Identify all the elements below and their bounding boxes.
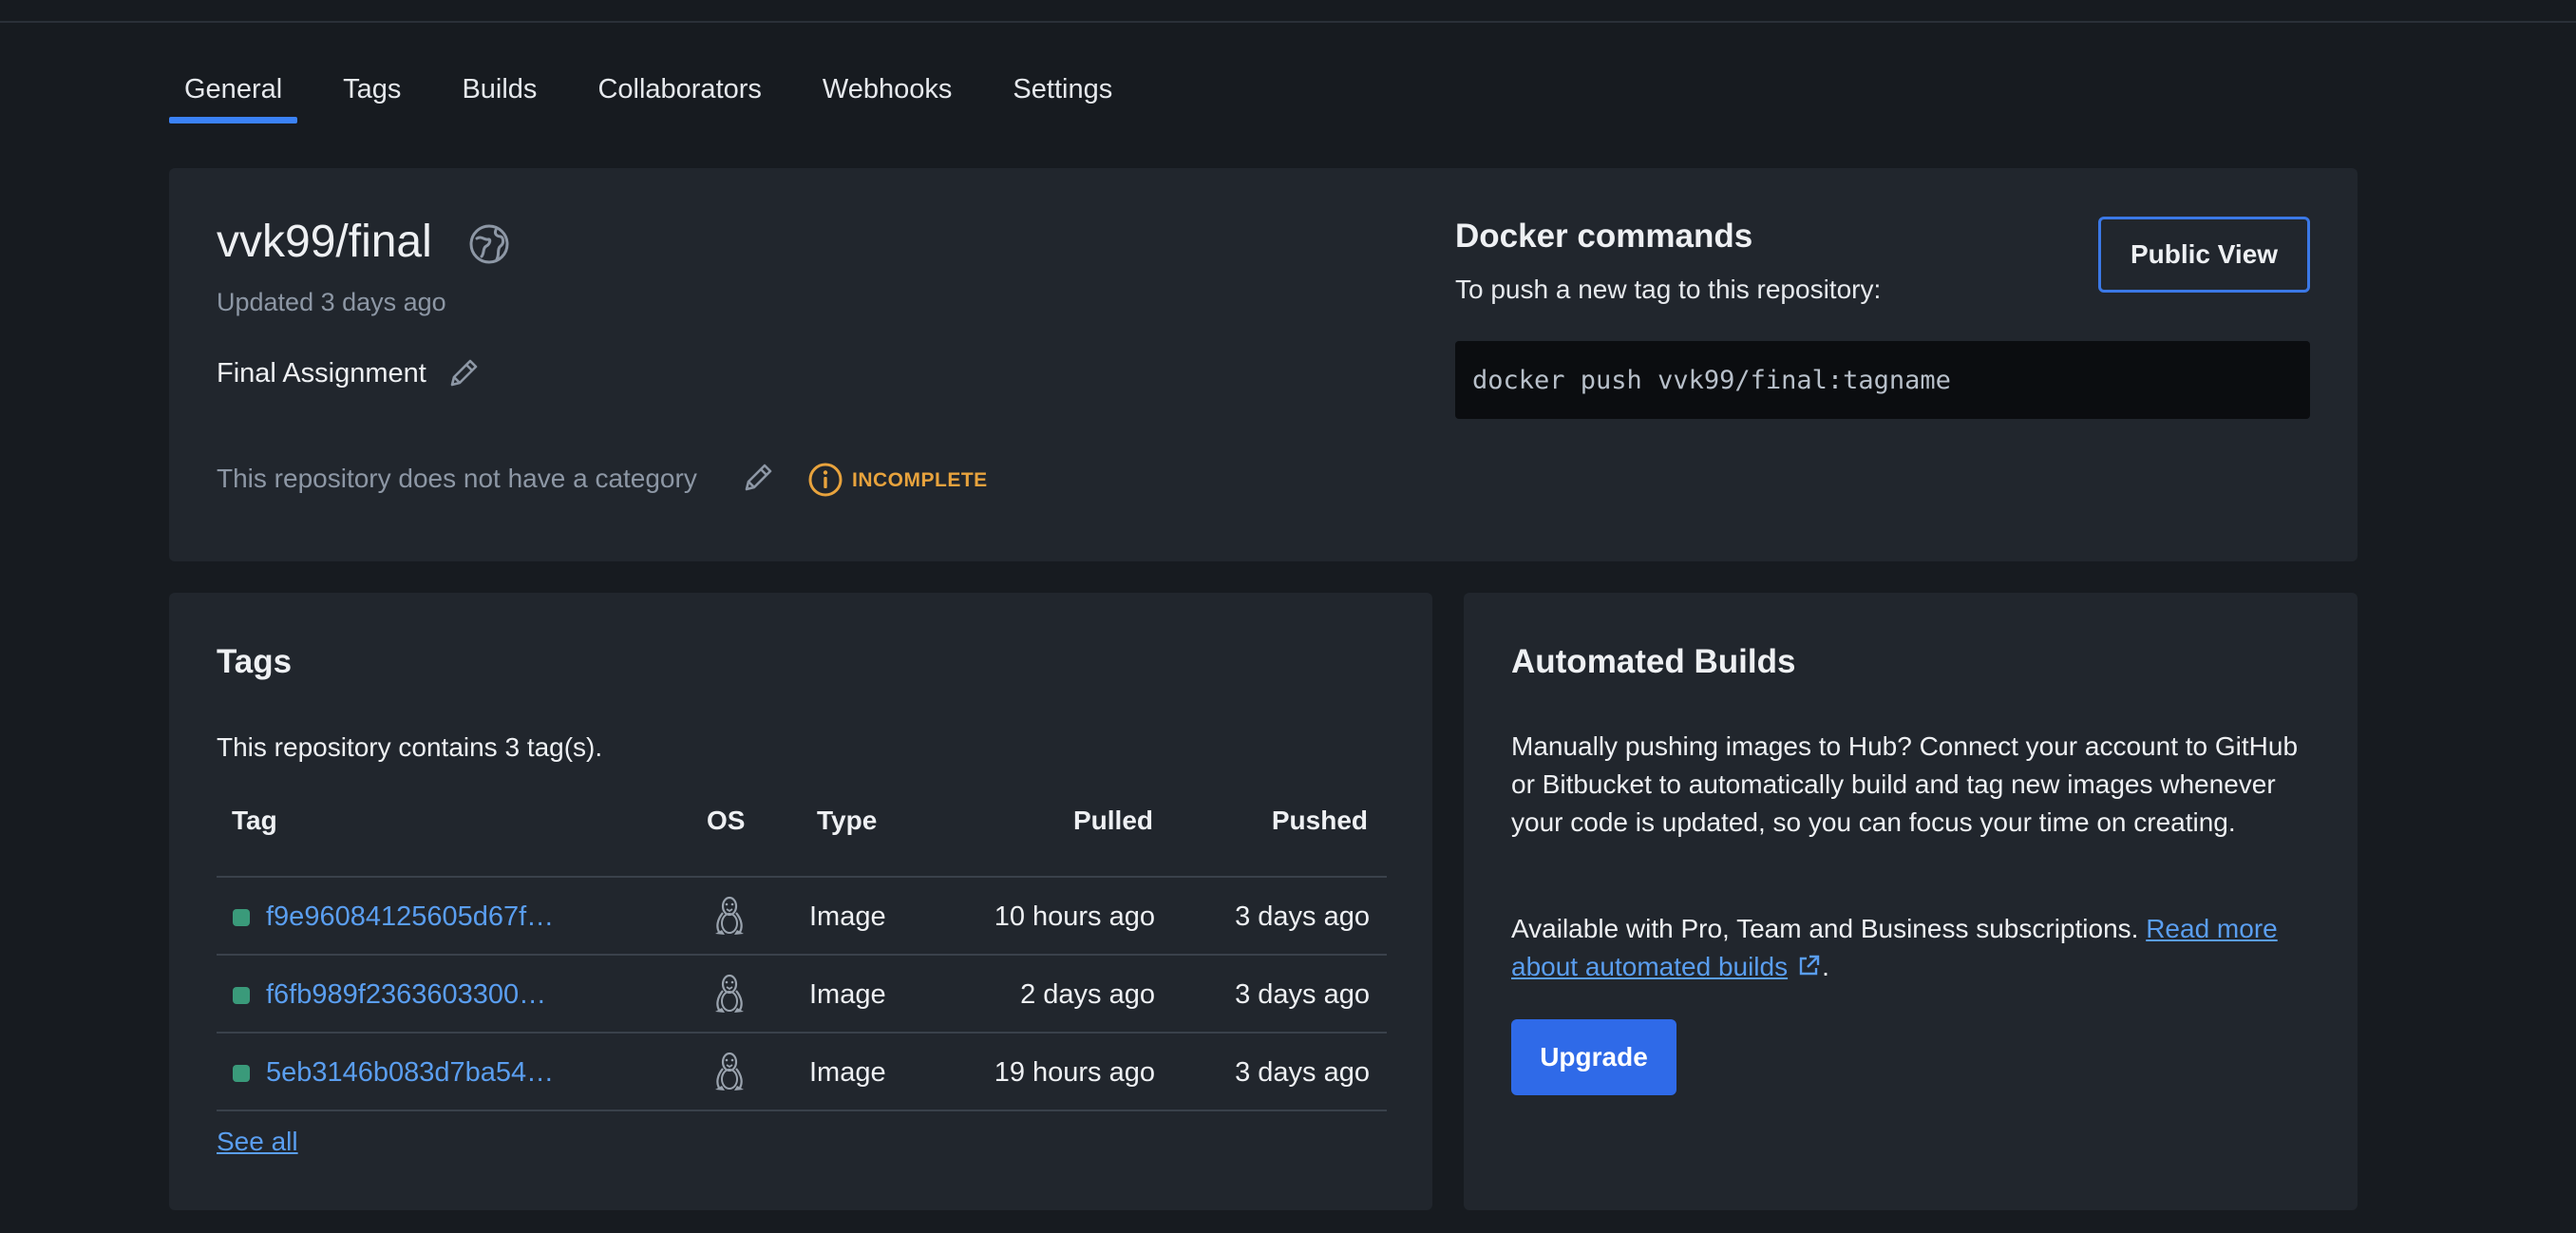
table-row: 5eb3146b083d7ba54… Image 19 hours ago 3 … (217, 1034, 1387, 1111)
repository-title: vvk99/final (217, 217, 432, 267)
column-header-os: OS (707, 806, 746, 835)
tags-heading: Tags (217, 643, 293, 680)
tab-tags[interactable]: Tags (328, 57, 416, 123)
public-view-button[interactable]: Public View (2098, 217, 2310, 293)
availability-text: Available with Pro, Team and Business su… (1511, 914, 2147, 943)
tab-collaborators[interactable]: Collaborators (582, 57, 776, 123)
status-badge: INCOMPLETE (852, 469, 988, 491)
repository-description: Final Assignment (217, 358, 426, 389)
tag-link[interactable]: f6fb989f2363603300… (266, 956, 546, 1034)
tag-status-dot (233, 987, 250, 1004)
automated-builds-card: Automated Builds Manually pushing images… (1464, 593, 2358, 1210)
tags-card: Tags This repository contains 3 tag(s). … (169, 593, 1432, 1210)
tab-general[interactable]: General (169, 57, 298, 123)
availability-suffix: . (1822, 952, 1829, 981)
linux-tux-icon (715, 974, 744, 1013)
tag-status-dot (233, 1065, 250, 1082)
repository-info-card: vvk99/final Updated 3 days ago Final Ass… (169, 168, 2358, 561)
tab-settings[interactable]: Settings (997, 57, 1127, 123)
docker-commands-heading: Docker commands (1455, 218, 1753, 255)
column-header-pulled: Pulled (1072, 806, 1153, 835)
tags-table-header (217, 802, 1387, 878)
tag-link[interactable]: 5eb3146b083d7ba54… (266, 1034, 554, 1111)
automated-builds-description: Manually pushing images to Hub? Connect … (1511, 731, 2299, 837)
info-warning-icon (808, 463, 843, 497)
globe-icon (469, 224, 509, 264)
table-row: f6fb989f2363603300… Image 2 days ago 3 d… (217, 956, 1387, 1034)
edit-category-pencil-icon[interactable] (739, 459, 777, 497)
header-divider (0, 21, 2576, 23)
column-header-pushed: Pushed (1271, 806, 1368, 835)
edit-description-pencil-icon[interactable] (445, 354, 483, 392)
tag-pulled: 10 hours ago (994, 901, 1155, 932)
tab-builds[interactable]: Builds (446, 57, 552, 123)
tag-pushed: 3 days ago (1235, 1057, 1370, 1088)
docker-push-command[interactable]: docker push vvk99/final:tagname (1455, 341, 2310, 419)
tags-count-text: This repository contains 3 tag(s). (217, 732, 603, 762)
updated-timestamp: Updated 3 days ago (217, 288, 446, 316)
tag-link[interactable]: f9e96084125605d67f… (266, 878, 554, 956)
tag-type: Image (809, 901, 886, 932)
external-link-icon[interactable] (1795, 953, 1822, 979)
linux-tux-icon (715, 1052, 744, 1091)
tag-status-dot (233, 909, 250, 926)
column-header-tag: Tag (232, 806, 277, 835)
docker-commands-subtitle: To push a new tag to this repository: (1455, 275, 1882, 304)
upgrade-button[interactable]: Upgrade (1511, 1019, 1676, 1095)
column-header-type: Type (817, 806, 878, 835)
tag-pulled: 2 days ago (1020, 979, 1155, 1010)
see-all-tags-link[interactable]: See all (217, 1127, 298, 1157)
tag-pulled: 19 hours ago (994, 1057, 1155, 1088)
tag-type: Image (809, 979, 886, 1010)
automated-builds-heading: Automated Builds (1511, 643, 1796, 680)
repo-tabs: General Tags Builds Collaborators Webhoo… (169, 57, 1158, 123)
table-row: f9e96084125605d67f… Image 10 hours ago 3… (217, 878, 1387, 956)
repository-category: This repository does not have a category (217, 464, 697, 493)
tag-type: Image (809, 1057, 886, 1088)
tag-pushed: 3 days ago (1235, 979, 1370, 1010)
tag-pushed: 3 days ago (1235, 901, 1370, 932)
tab-webhooks[interactable]: Webhooks (807, 57, 968, 123)
linux-tux-icon (715, 896, 744, 935)
automated-builds-availability: Available with Pro, Team and Business su… (1511, 910, 2328, 986)
